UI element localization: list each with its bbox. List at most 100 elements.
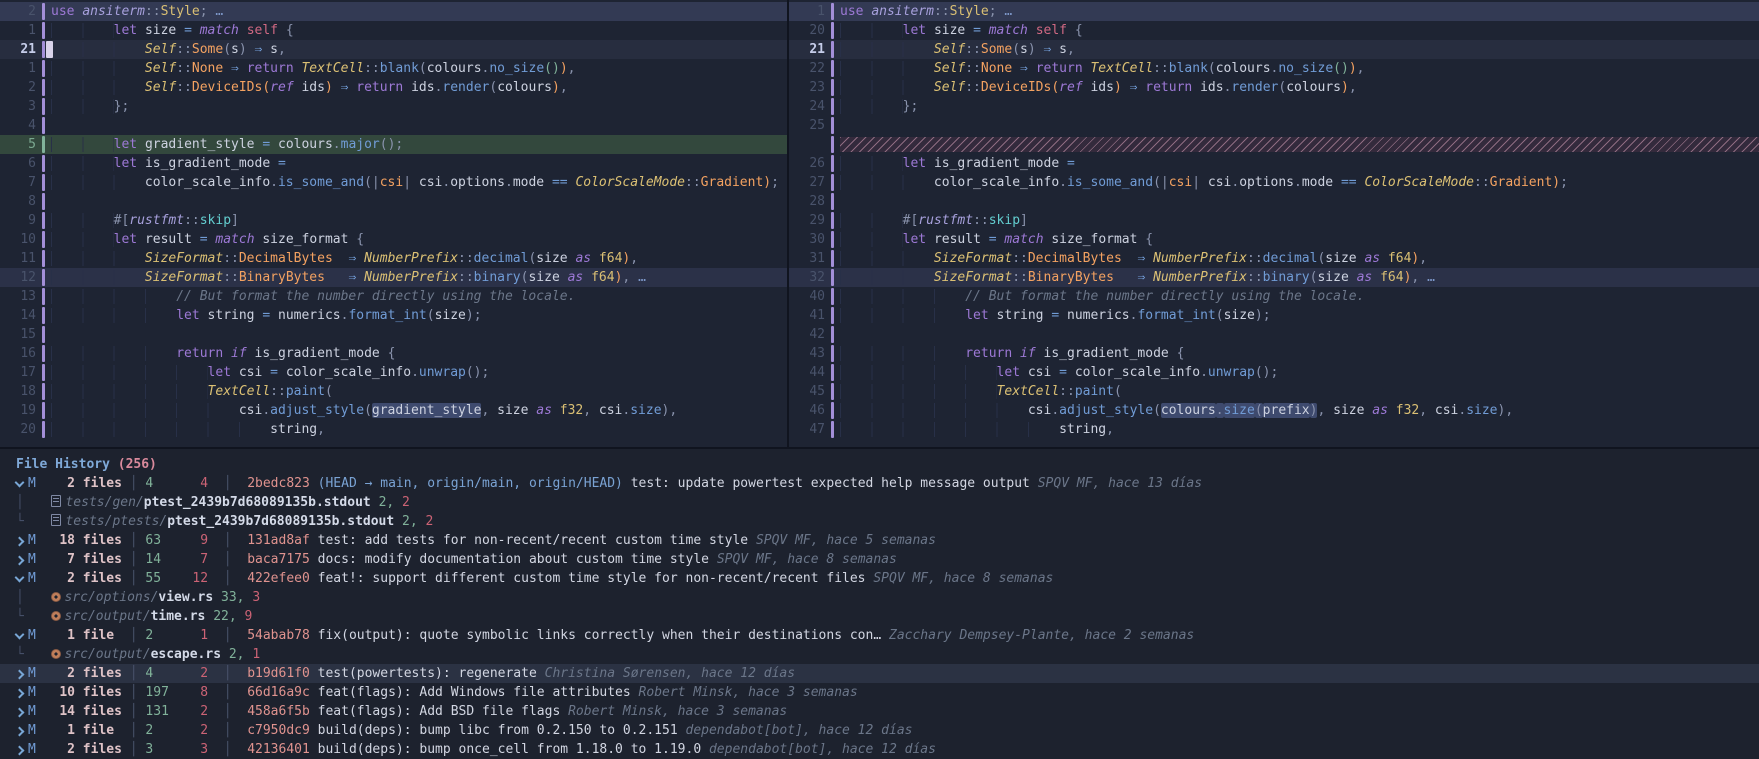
code-line[interactable]: 29 #[rustfmt::skip] bbox=[789, 211, 1759, 230]
code-line[interactable]: 13 // But format the number directly usi… bbox=[0, 287, 787, 306]
code-line[interactable]: 28 bbox=[789, 192, 1759, 211]
code-line[interactable] bbox=[789, 135, 1759, 154]
code-line[interactable]: 5 let gradient_style = colours.major(); bbox=[0, 135, 787, 154]
code-line[interactable]: 21 Self::Some(s) ⇒ s, bbox=[789, 40, 1759, 59]
commit-file-row[interactable]: │ src/options/view.rs 33, 3 bbox=[0, 588, 1759, 607]
file-path: tests/ptests/ bbox=[65, 514, 167, 529]
commit-row[interactable]: M 2 files │ 55 12 │ 422efee0 feat!: supp… bbox=[0, 569, 1759, 588]
code-line[interactable]: 25 bbox=[789, 116, 1759, 135]
code-line[interactable]: 2use ansiterm::Style; … bbox=[0, 2, 787, 21]
commit-row[interactable]: M 2 files │ 4 2 │ b19d61f0 test(powertes… bbox=[0, 664, 1759, 683]
commit-row[interactable]: M 10 files │ 197 8 │ 66d16a9c feat(flags… bbox=[0, 683, 1759, 702]
code-line[interactable]: 20 string, bbox=[0, 420, 787, 439]
code-line[interactable]: 15 bbox=[0, 325, 787, 344]
chevron-right-icon[interactable] bbox=[16, 531, 28, 550]
code-line[interactable]: 14 let string = numerics.format_int(size… bbox=[0, 306, 787, 325]
code-line[interactable]: 10 let result = match size_format { bbox=[0, 230, 787, 249]
diff-gutter-bar bbox=[831, 22, 834, 39]
chevron-right-icon[interactable] bbox=[16, 683, 28, 702]
code-line[interactable]: 3 }; bbox=[0, 97, 787, 116]
code-line[interactable]: 40 // But format the number directly usi… bbox=[789, 287, 1759, 306]
diff-gutter-bar bbox=[831, 174, 834, 191]
added-count: 131 bbox=[145, 704, 168, 719]
commit-row[interactable]: M 7 files │ 14 7 │ baca7175 docs: modify… bbox=[0, 550, 1759, 569]
code-line[interactable]: 42 bbox=[789, 325, 1759, 344]
code-line[interactable]: 32 SizeFormat::BinaryBytes ⇒ NumberPrefi… bbox=[789, 268, 1759, 287]
diff-gutter-bar bbox=[831, 60, 834, 77]
line-number: 29 bbox=[789, 211, 825, 230]
chevron-right-icon[interactable] bbox=[16, 721, 28, 740]
code-line[interactable]: 47 string, bbox=[789, 420, 1759, 439]
code-line[interactable]: 12 SizeFormat::BinaryBytes ⇒ NumberPrefi… bbox=[0, 268, 787, 287]
commit-row[interactable]: M 1 file │ 2 1 │ 54abab78 fix(output): q… bbox=[0, 626, 1759, 645]
code-line[interactable]: 8 bbox=[0, 192, 787, 211]
commit-message: fix(output): quote symbolic links correc… bbox=[318, 628, 889, 643]
code-text: Self::Some(s) ⇒ s, bbox=[840, 40, 1759, 59]
code-line[interactable]: 31 SizeFormat::DecimalBytes ⇒ NumberPref… bbox=[789, 249, 1759, 268]
code-line[interactable]: 7 color_scale_info.is_some_and(|csi| csi… bbox=[0, 173, 787, 192]
code-line[interactable]: 41 let string = numerics.format_int(size… bbox=[789, 306, 1759, 325]
code-line[interactable]: 18 TextCell::paint( bbox=[0, 382, 787, 401]
code-text: color_scale_info.is_some_and(|csi| csi.o… bbox=[840, 173, 1759, 192]
diff-gutter-bar bbox=[831, 117, 834, 134]
chevron-right-icon[interactable] bbox=[16, 550, 28, 569]
commit-row[interactable]: M 2 files │ 3 3 │ 42136401 build(deps): … bbox=[0, 740, 1759, 759]
code-line[interactable]: 23 Self::DeviceIDs(ref ids) ⇒ return ids… bbox=[789, 78, 1759, 97]
line-number: 22 bbox=[789, 59, 825, 78]
status-letter: M bbox=[28, 723, 36, 738]
status-letter: M bbox=[28, 552, 36, 567]
files-count: 1 file bbox=[59, 628, 122, 643]
code-line[interactable]: 30 let result = match size_format { bbox=[789, 230, 1759, 249]
editor-window: 2use ansiterm::Style; …1 let size = matc… bbox=[0, 0, 1759, 759]
line-number: 31 bbox=[789, 249, 825, 268]
editor-pane-old[interactable]: 2use ansiterm::Style; …1 let size = matc… bbox=[0, 0, 789, 447]
code-line[interactable]: 1 Self::None ⇒ return TextCell::blank(co… bbox=[0, 59, 787, 78]
code-line[interactable]: 46 csi.adjust_style(colours.size(prefix)… bbox=[789, 401, 1759, 420]
code-line[interactable]: 1 let size = match self { bbox=[0, 21, 787, 40]
code-text bbox=[51, 325, 787, 344]
removed-count: 3 bbox=[200, 742, 208, 757]
commit-row[interactable]: M 18 files │ 63 9 │ 131ad8af test: add t… bbox=[0, 531, 1759, 550]
author-date: SPQV MF, hace 5 semanas bbox=[756, 533, 936, 548]
code-line[interactable]: 6 let is_gradient_mode = bbox=[0, 154, 787, 173]
commit-row[interactable]: M 2 files │ 4 4 │ 2bedc823 (HEAD → main,… bbox=[0, 474, 1759, 493]
code-line[interactable]: 4 bbox=[0, 116, 787, 135]
chevron-right-icon[interactable] bbox=[16, 740, 28, 759]
code-line[interactable]: 1use ansiterm::Style; … bbox=[789, 2, 1759, 21]
code-line[interactable]: 22 Self::None ⇒ return TextCell::blank(c… bbox=[789, 59, 1759, 78]
code-line[interactable]: 44 let csi = color_scale_info.unwrap(); bbox=[789, 363, 1759, 382]
code-line[interactable]: 17 let csi = color_scale_info.unwrap(); bbox=[0, 363, 787, 382]
diff-gutter-bar bbox=[42, 22, 45, 39]
deleted-lines-marker bbox=[840, 137, 1759, 152]
chevron-down-icon[interactable] bbox=[16, 626, 28, 645]
commit-hash: 54abab78 bbox=[247, 628, 317, 643]
code-line[interactable]: 11 SizeFormat::DecimalBytes ⇒ NumberPref… bbox=[0, 249, 787, 268]
code-line[interactable]: 24 }; bbox=[789, 97, 1759, 116]
code-line[interactable]: 27 color_scale_info.is_some_and(|csi| cs… bbox=[789, 173, 1759, 192]
code-line[interactable]: 19 csi.adjust_style(gradient_style, size… bbox=[0, 401, 787, 420]
diff-gutter-bar bbox=[831, 288, 834, 305]
code-line[interactable]: 21 Self::Some(s) ⇒ s, bbox=[0, 40, 787, 59]
commit-file-row[interactable]: └ tests/ptests/ptest_2439b7d68089135b.st… bbox=[0, 512, 1759, 531]
code-text: SizeFormat::BinaryBytes ⇒ NumberPrefix::… bbox=[840, 268, 1759, 287]
chevron-right-icon[interactable] bbox=[16, 702, 28, 721]
code-line[interactable]: 2 Self::DeviceIDs(ref ids) ⇒ return ids.… bbox=[0, 78, 787, 97]
removed-count: 8 bbox=[200, 685, 208, 700]
code-line[interactable]: 45 TextCell::paint( bbox=[789, 382, 1759, 401]
commit-file-row[interactable]: └ src/output/time.rs 22, 9 bbox=[0, 607, 1759, 626]
chevron-down-icon[interactable] bbox=[16, 569, 28, 588]
code-line[interactable]: 9 #[rustfmt::skip] bbox=[0, 211, 787, 230]
chevron-right-icon[interactable] bbox=[16, 664, 28, 683]
code-line[interactable]: 16 return if is_gradient_mode { bbox=[0, 344, 787, 363]
code-text: }; bbox=[840, 97, 1759, 116]
code-line[interactable]: 26 let is_gradient_mode = bbox=[789, 154, 1759, 173]
commit-file-row[interactable]: │ tests/gen/ptest_2439b7d68089135b.stdou… bbox=[0, 493, 1759, 512]
code-line[interactable]: 20 let size = match self { bbox=[789, 21, 1759, 40]
code-line[interactable]: 43 return if is_gradient_mode { bbox=[789, 344, 1759, 363]
commit-row[interactable]: M 1 file │ 2 2 │ c7950dc9 build(deps): b… bbox=[0, 721, 1759, 740]
commit-file-row[interactable]: └ src/output/escape.rs 2, 1 bbox=[0, 645, 1759, 664]
commit-row[interactable]: M 14 files │ 131 2 │ 458a6f5b feat(flags… bbox=[0, 702, 1759, 721]
editor-pane-new[interactable]: 1use ansiterm::Style; …20 let size = mat… bbox=[789, 0, 1759, 447]
chevron-down-icon[interactable] bbox=[16, 474, 28, 493]
commit-hash: 66d16a9c bbox=[247, 685, 317, 700]
